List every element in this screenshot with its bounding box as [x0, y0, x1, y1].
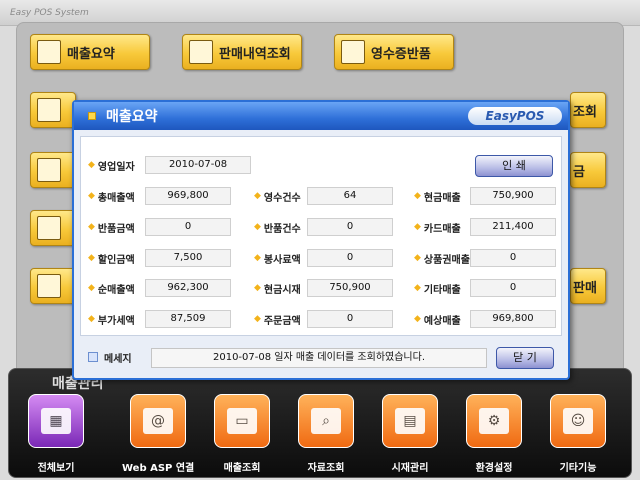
- nav-settings[interactable]: ⚙ 환경설정: [458, 394, 530, 478]
- field-label: ◆ 총매출액: [88, 191, 135, 204]
- document-icon: [37, 40, 61, 64]
- field-label: ◆ 봉사료액: [254, 253, 301, 266]
- users-icon: [37, 274, 61, 298]
- field-label: ◆ 예상매출: [414, 314, 461, 327]
- grid-icon: ▦: [41, 408, 71, 434]
- left-button-2[interactable]: [30, 152, 76, 188]
- field-value: 750,900: [307, 279, 393, 297]
- left-button-1[interactable]: [30, 92, 76, 128]
- field-label: ◆ 할인금액: [88, 253, 135, 266]
- calculator-icon: ▤: [395, 408, 425, 434]
- dialog-title: 매출요약: [106, 109, 158, 125]
- field-value: 969,800: [145, 187, 231, 205]
- field-label: ◆ 카드매출: [414, 222, 461, 235]
- field-value: 0: [470, 249, 556, 267]
- right-button-3[interactable]: 판매: [570, 268, 606, 304]
- field-label: ◆ 상품권매출: [414, 253, 470, 266]
- web-icon: @: [143, 408, 173, 434]
- field-value: 0: [307, 249, 393, 267]
- field-value: 962,300: [145, 279, 231, 297]
- print-button[interactable]: 인 쇄: [475, 155, 553, 177]
- return-icon: [341, 40, 365, 64]
- field-value: 87,509: [145, 310, 231, 328]
- field-label: ◆ 반품금액: [88, 222, 135, 235]
- receipt-return-button[interactable]: 영수증반품: [334, 34, 454, 70]
- window-title: Easy POS System: [10, 8, 89, 18]
- nav-view-all[interactable]: ▦ 전체보기: [20, 394, 92, 478]
- monitor-icon: ▭: [227, 408, 257, 434]
- field-value: 969,800: [470, 310, 556, 328]
- field-value: 0: [307, 310, 393, 328]
- nav-web-asp[interactable]: @ Web ASP 연결: [122, 394, 194, 478]
- easypos-logo: EasyPOS: [468, 107, 562, 125]
- message-icon: [88, 352, 98, 362]
- folder-search-icon: ⌕: [311, 408, 341, 434]
- sales-history-button[interactable]: 판매내역조회: [182, 34, 302, 70]
- field-value: 750,900: [470, 187, 556, 205]
- nav-other-functions[interactable]: ☺ 기타기능: [542, 394, 614, 478]
- right-button-1[interactable]: 조회: [570, 92, 606, 128]
- field-value: 0: [307, 218, 393, 236]
- search-icon: [37, 98, 61, 122]
- sales-summary-button[interactable]: 매출요약: [30, 34, 150, 70]
- close-button[interactable]: 닫 기: [496, 347, 554, 369]
- field-label: ◆ 순매출액: [88, 283, 135, 296]
- bullet-icon: ◆: [88, 160, 95, 170]
- field-label: ◆ 반품건수: [254, 222, 301, 235]
- field-label: ◆ 현금매출: [414, 191, 461, 204]
- left-button-3[interactable]: [30, 210, 76, 246]
- field-label: ◆ 영수건수: [254, 191, 301, 204]
- message-box: 2010-07-08 일자 매출 데이터를 조회하였습니다.: [151, 348, 487, 368]
- gear-icon: ⚙: [479, 408, 509, 434]
- nav-cash-management[interactable]: ▤ 시재관리: [374, 394, 446, 478]
- receipt-icon: [189, 40, 213, 64]
- users-icon: ☺: [563, 408, 593, 434]
- field-value: 7,500: [145, 249, 231, 267]
- dialog-header: 매출요약 EasyPOS: [74, 102, 568, 130]
- field-value: 211,400: [470, 218, 556, 236]
- right-button-2[interactable]: 금: [570, 152, 606, 188]
- message-label: 메세지: [88, 348, 132, 366]
- card-icon: [37, 158, 61, 182]
- nav-sales-query[interactable]: ▭ 매출조회: [206, 394, 278, 478]
- left-button-4[interactable]: [30, 268, 76, 304]
- field-value: 0: [145, 218, 231, 236]
- business-date-value: 2010-07-08: [145, 156, 251, 174]
- sales-summary-dialog: 매출요약 EasyPOS ◆ 영업일자 2010-07-08 인 쇄 ◆ 총매출액 …: [72, 100, 570, 380]
- folder-icon: [37, 216, 61, 240]
- field-label: ◆ 부가세액: [88, 314, 135, 327]
- title-bullet-icon: [88, 112, 96, 120]
- field-label: ◆ 현금시재: [254, 283, 301, 296]
- business-date-label: ◆ 영업일자: [88, 160, 135, 173]
- field-value: 64: [307, 187, 393, 205]
- nav-data-query[interactable]: ⌕ 자료조회: [290, 394, 362, 478]
- field-label: ◆ 주문금액: [254, 314, 301, 327]
- field-value: 0: [470, 279, 556, 297]
- field-label: ◆ 기타매출: [414, 283, 461, 296]
